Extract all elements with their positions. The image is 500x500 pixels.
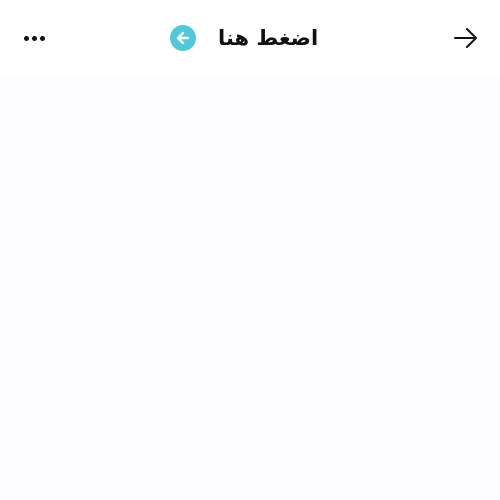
forward-button[interactable] (450, 22, 482, 54)
top-bar: اضغط هنا (0, 0, 500, 76)
arrow-right-icon (454, 28, 477, 48)
more-options-button[interactable] (18, 24, 50, 52)
page-title[interactable]: اضغط هنا (218, 26, 318, 50)
more-horizontal-icon (23, 35, 29, 41)
app-window: اضغط هنا (0, 0, 500, 500)
arrow-left-circle-icon (170, 25, 196, 51)
main-content (0, 76, 500, 500)
more-dot (31, 35, 37, 41)
title-link[interactable]: اضغط هنا (170, 20, 318, 56)
more-dot (39, 35, 45, 41)
